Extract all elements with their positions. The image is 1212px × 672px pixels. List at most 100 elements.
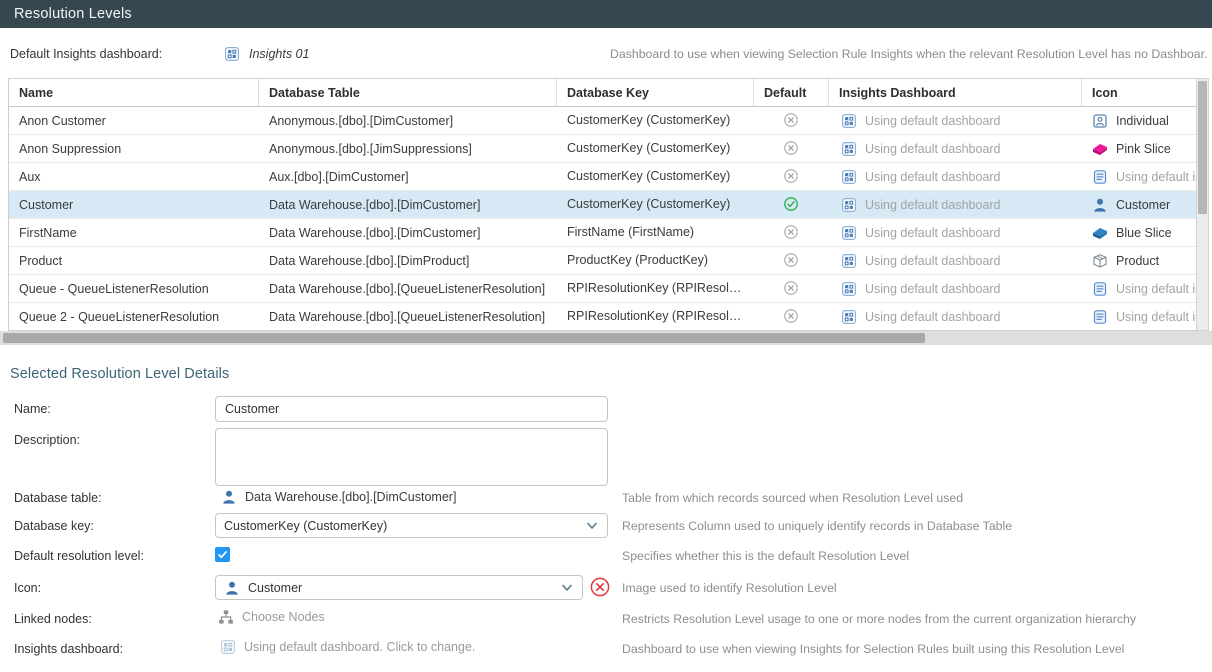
icon-label: Icon:: [14, 581, 41, 595]
cell-insights-dashboard: Using default dashboard: [829, 275, 1082, 302]
column-header-icon[interactable]: Icon: [1082, 79, 1196, 106]
default-dashboard-hint: Dashboard to use when viewing Selection …: [610, 47, 1208, 61]
cell-icon: Using default icon: [1082, 275, 1196, 302]
cell-name: Product: [9, 247, 259, 274]
cell-insights-dashboard: Using default dashboard: [829, 219, 1082, 246]
cell-insights-dashboard: Using default dashboard: [829, 247, 1082, 274]
cell-insights-dashboard: Using default dashboard: [829, 303, 1082, 330]
page-title-bar: Resolution Levels: [0, 0, 1212, 28]
choose-nodes-button[interactable]: Choose Nodes: [218, 609, 325, 625]
dashboard-icon: [841, 281, 857, 297]
resolution-levels-table: NameDatabase TableDatabase KeyDefaultIns…: [8, 78, 1196, 331]
dashboard-icon: [841, 113, 857, 129]
table-row[interactable]: Anon CustomerAnonymous.[dbo].[DimCustome…: [9, 107, 1196, 135]
insights-dashboard-text: Using default dashboard: [865, 142, 1001, 156]
table-row[interactable]: CustomerData Warehouse.[dbo].[DimCustome…: [9, 191, 1196, 219]
remove-icon-button[interactable]: [589, 576, 611, 598]
default-insights-dashboard-label: Default Insights dashboard:: [10, 47, 162, 61]
table-header: NameDatabase TableDatabase KeyDefaultIns…: [9, 79, 1196, 107]
cell-name: Anon Suppression: [9, 135, 259, 162]
individual-icon: [1092, 113, 1108, 129]
cell-default: [754, 303, 829, 330]
not-default-icon: [783, 112, 801, 130]
not-default-icon: [783, 168, 801, 186]
insights-dashboard-text: Using default dashboard: [865, 170, 1001, 184]
not-default-icon: [783, 308, 801, 326]
name-input[interactable]: [215, 396, 608, 422]
dashboard-icon: [841, 197, 857, 213]
insights-dashboard-text: Using default dashboard: [865, 198, 1001, 212]
not-default-icon: [783, 224, 801, 242]
cell-insights-dashboard: Using default dashboard: [829, 107, 1082, 134]
dashboard-icon: [224, 46, 240, 62]
cell-database-key: FirstName (FirstName): [557, 219, 754, 246]
insights-dashboard-text: Using default dashboard: [865, 226, 1001, 240]
column-header-database-table[interactable]: Database Table: [259, 79, 557, 106]
horizontal-scrollbar-thumb[interactable]: [3, 333, 925, 343]
vertical-scrollbar-thumb[interactable]: [1198, 81, 1207, 214]
insights-dashboard-button[interactable]: Using default dashboard. Click to change…: [220, 639, 475, 655]
table-row[interactable]: Anon SuppressionAnonymous.[dbo].[JimSupp…: [9, 135, 1196, 163]
cell-database-table: Data Warehouse.[dbo].[DimCustomer]: [259, 191, 557, 218]
database-table-value: Data Warehouse.[dbo].[DimCustomer]: [221, 489, 456, 505]
icon-select-value: Customer: [248, 581, 554, 595]
choose-nodes-text: Choose Nodes: [242, 610, 325, 624]
cell-database-key: RPIResolutionKey (RPIResolutionKey): [557, 303, 754, 330]
cell-default: [754, 191, 829, 218]
table-row[interactable]: AuxAux.[dbo].[DimCustomer]CustomerKey (C…: [9, 163, 1196, 191]
default-resolution-level-hint: Specifies whether this is the default Re…: [622, 549, 909, 563]
dashboard-icon-muted: [220, 639, 236, 655]
cell-insights-dashboard: Using default dashboard: [829, 163, 1082, 190]
description-input[interactable]: [215, 428, 608, 486]
cell-default: [754, 107, 829, 134]
person-icon: [224, 580, 240, 596]
dashboard-icon: [841, 253, 857, 269]
cell-name: FirstName: [9, 219, 259, 246]
person-icon: [1092, 197, 1108, 213]
cell-name: Aux: [9, 163, 259, 190]
column-header-database-key[interactable]: Database Key: [557, 79, 754, 106]
cell-icon: Product: [1082, 247, 1196, 274]
not-default-icon: [783, 140, 801, 158]
dashboard-icon: [841, 141, 857, 157]
default-insights-dashboard-value[interactable]: Insights 01: [224, 44, 309, 64]
chevron-down-icon: [585, 519, 599, 533]
chevron-down-icon: [560, 581, 574, 595]
cell-name: Queue 2 - QueueListenerResolution: [9, 303, 259, 330]
page-title: Resolution Levels: [14, 0, 132, 28]
name-label: Name:: [14, 402, 51, 416]
table-row[interactable]: Queue 2 - QueueListenerResolutionData Wa…: [9, 303, 1196, 331]
default-resolution-level-checkbox[interactable]: [215, 547, 230, 562]
column-header-name[interactable]: Name: [9, 79, 259, 106]
database-key-select[interactable]: CustomerKey (CustomerKey): [215, 513, 608, 538]
resolution-levels-screen: Resolution Levels Default Insights dashb…: [0, 0, 1212, 672]
icon-label-text: Using default icon: [1116, 170, 1196, 184]
linked-nodes-hint: Restricts Resolution Level usage to one …: [622, 612, 1136, 626]
vertical-scrollbar[interactable]: [1196, 78, 1209, 331]
table-row[interactable]: Queue - QueueListenerResolutionData Ware…: [9, 275, 1196, 303]
cell-database-table: Aux.[dbo].[DimCustomer]: [259, 163, 557, 190]
table-row[interactable]: ProductData Warehouse.[dbo].[DimProduct]…: [9, 247, 1196, 275]
cell-name: Customer: [9, 191, 259, 218]
database-key-hint: Represents Column used to uniquely ident…: [622, 519, 1012, 533]
column-header-default[interactable]: Default: [754, 79, 829, 106]
cell-database-key: CustomerKey (CustomerKey): [557, 107, 754, 134]
cell-default: [754, 275, 829, 302]
linked-nodes-label: Linked nodes:: [14, 612, 92, 626]
cell-default: [754, 163, 829, 190]
cell-database-key: CustomerKey (CustomerKey): [557, 191, 754, 218]
not-default-icon: [783, 252, 801, 270]
cell-database-key: ProductKey (ProductKey): [557, 247, 754, 274]
table-row[interactable]: FirstNameData Warehouse.[dbo].[DimCustom…: [9, 219, 1196, 247]
not-default-icon: [783, 280, 801, 298]
cell-database-key: RPIResolutionKey (RPIResolutionKey): [557, 275, 754, 302]
cell-database-table: Data Warehouse.[dbo].[DimCustomer]: [259, 219, 557, 246]
cell-icon: Pink Slice: [1082, 135, 1196, 162]
horizontal-scrollbar[interactable]: [0, 331, 1212, 345]
column-header-insights-dashboard[interactable]: Insights Dashboard: [829, 79, 1082, 106]
cell-insights-dashboard: Using default dashboard: [829, 191, 1082, 218]
section-heading: Selected Resolution Level Details: [10, 366, 229, 382]
document-icon: [1092, 281, 1108, 297]
cell-database-table: Anonymous.[dbo].[JimSuppressions]: [259, 135, 557, 162]
icon-select[interactable]: Customer: [215, 575, 583, 600]
